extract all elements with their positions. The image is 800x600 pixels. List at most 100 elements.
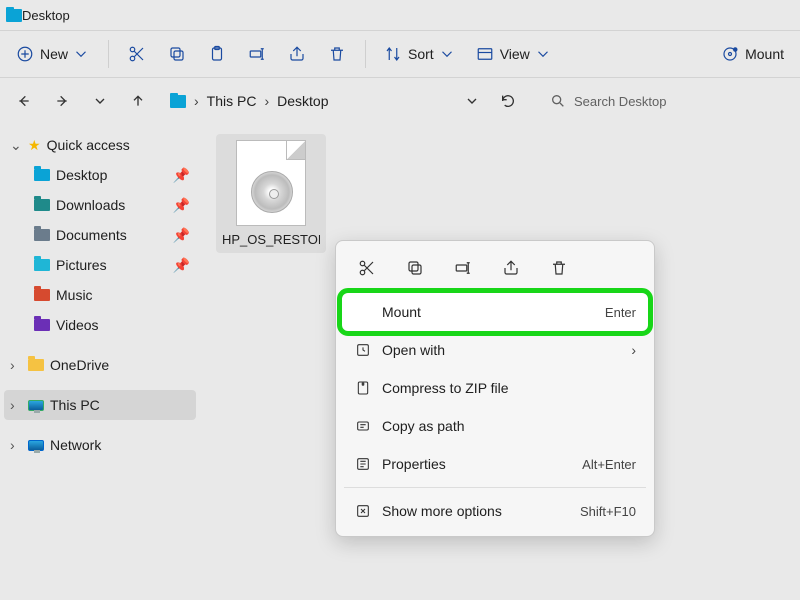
pin-icon: 📌 <box>173 257 190 274</box>
copy-icon <box>168 45 186 63</box>
properties-icon <box>354 455 372 473</box>
ctx-cut-button[interactable] <box>346 251 388 285</box>
chevron-down-icon <box>72 45 90 63</box>
share-icon <box>288 45 306 63</box>
sidebar-item-label: Videos <box>56 317 99 333</box>
breadcrumb-desktop[interactable]: Desktop <box>277 93 328 109</box>
folder-icon <box>34 168 50 182</box>
sidebar-onedrive[interactable]: › OneDrive <box>4 350 196 380</box>
view-button[interactable]: View <box>468 36 560 72</box>
mount-button[interactable]: Mount <box>713 36 792 72</box>
chevron-right-icon: › <box>10 437 22 453</box>
sidebar-item-label: Downloads <box>56 197 125 213</box>
copy-button[interactable] <box>159 36 195 72</box>
file-name-label: HP_OS_RESTORE <box>222 232 320 247</box>
ctx-delete-button[interactable] <box>538 251 580 285</box>
sort-button[interactable]: Sort <box>376 36 464 72</box>
sidebar-item-pictures[interactable]: Pictures 📌 <box>4 250 196 280</box>
up-button[interactable] <box>124 87 152 115</box>
sidebar-item-label: Music <box>56 287 93 303</box>
ctx-item-shortcut: Shift+F10 <box>580 504 636 519</box>
ctx-properties[interactable]: Properties Alt+Enter <box>342 445 648 483</box>
ctx-share-button[interactable] <box>490 251 532 285</box>
chevron-right-icon: › <box>10 397 22 413</box>
window-folder-icon <box>6 8 22 22</box>
new-button-label: New <box>40 46 68 62</box>
refresh-icon <box>500 93 516 109</box>
sidebar-item-videos[interactable]: Videos <box>4 310 196 340</box>
sidebar-quick-access[interactable]: ⌄ ★ Quick access <box>4 130 196 160</box>
context-menu: Mount Enter Open with › Compress to ZIP … <box>335 240 655 537</box>
ctx-mount[interactable]: Mount Enter <box>342 293 648 331</box>
rename-icon <box>248 45 266 63</box>
search-box[interactable]: Search Desktop <box>540 84 790 118</box>
monitor-icon <box>28 398 44 412</box>
new-button[interactable]: New <box>8 36 98 72</box>
ctx-open-with[interactable]: Open with › <box>342 331 648 369</box>
network-icon <box>28 438 44 452</box>
sidebar-item-desktop[interactable]: Desktop 📌 <box>4 160 196 190</box>
layout-icon <box>476 45 494 63</box>
ctx-copy-button[interactable] <box>394 251 436 285</box>
copy-icon <box>406 259 424 277</box>
sidebar-item-label: Pictures <box>56 257 107 273</box>
ctx-show-more-options[interactable]: Show more options Shift+F10 <box>342 492 648 530</box>
back-button[interactable] <box>10 87 38 115</box>
rename-icon <box>454 259 472 277</box>
navigation-pane: ⌄ ★ Quick access Desktop 📌 Downloads 📌 D… <box>0 124 200 600</box>
sidebar-item-downloads[interactable]: Downloads 📌 <box>4 190 196 220</box>
ctx-item-label: Compress to ZIP file <box>382 380 509 396</box>
share-button[interactable] <box>279 36 315 72</box>
rename-button[interactable] <box>239 36 275 72</box>
chevron-down-icon <box>92 93 108 109</box>
menu-separator <box>344 487 646 488</box>
search-icon <box>550 93 566 109</box>
toolbar-divider <box>365 40 366 68</box>
ctx-item-label: Copy as path <box>382 418 465 434</box>
scissors-icon <box>128 45 146 63</box>
sidebar-item-music[interactable]: Music <box>4 280 196 310</box>
file-thumbnail <box>236 140 306 226</box>
ctx-item-label: Show more options <box>382 503 502 519</box>
chevron-right-icon: › <box>631 342 636 358</box>
arrow-up-icon <box>130 93 146 109</box>
recent-locations-button[interactable] <box>86 87 114 115</box>
view-button-label: View <box>500 46 530 62</box>
ctx-copy-path[interactable]: Copy as path <box>342 407 648 445</box>
open-with-icon <box>354 341 372 359</box>
sidebar-network[interactable]: › Network <box>4 430 196 460</box>
sidebar-item-documents[interactable]: Documents 📌 <box>4 220 196 250</box>
copy-path-icon <box>354 417 372 435</box>
window-title: Desktop <box>22 8 70 23</box>
sidebar-item-label: Network <box>50 437 101 453</box>
ctx-item-shortcut: Enter <box>605 305 636 320</box>
star-icon: ★ <box>28 137 41 154</box>
arrow-left-icon <box>16 93 32 109</box>
ctx-item-label: Properties <box>382 456 446 472</box>
delete-button[interactable] <box>319 36 355 72</box>
sidebar-this-pc[interactable]: › This PC <box>4 390 196 420</box>
toolbar-divider <box>108 40 109 68</box>
refresh-button[interactable] <box>494 87 522 115</box>
paste-button[interactable] <box>199 36 235 72</box>
clipboard-icon <box>208 45 226 63</box>
share-icon <box>502 259 520 277</box>
ctx-compress-zip[interactable]: Compress to ZIP file <box>342 369 648 407</box>
disc-mount-icon <box>721 45 739 63</box>
address-bar[interactable]: › This PC › Desktop <box>162 84 530 118</box>
location-folder-icon <box>170 94 186 108</box>
file-item-iso[interactable]: HP_OS_RESTORE <box>216 134 326 253</box>
chevron-down-icon: ⌄ <box>10 137 22 154</box>
ctx-rename-button[interactable] <box>442 251 484 285</box>
pin-icon: 📌 <box>173 227 190 244</box>
chevron-right-icon: › <box>10 357 22 373</box>
sidebar-item-label: This PC <box>50 397 100 413</box>
breadcrumb-this-pc[interactable]: This PC <box>207 93 257 109</box>
forward-button[interactable] <box>48 87 76 115</box>
folder-icon <box>34 288 50 302</box>
address-dropdown-button[interactable] <box>458 87 486 115</box>
cut-button[interactable] <box>119 36 155 72</box>
folder-icon <box>34 318 50 332</box>
chevron-down-icon <box>438 45 456 63</box>
trash-icon <box>550 259 568 277</box>
